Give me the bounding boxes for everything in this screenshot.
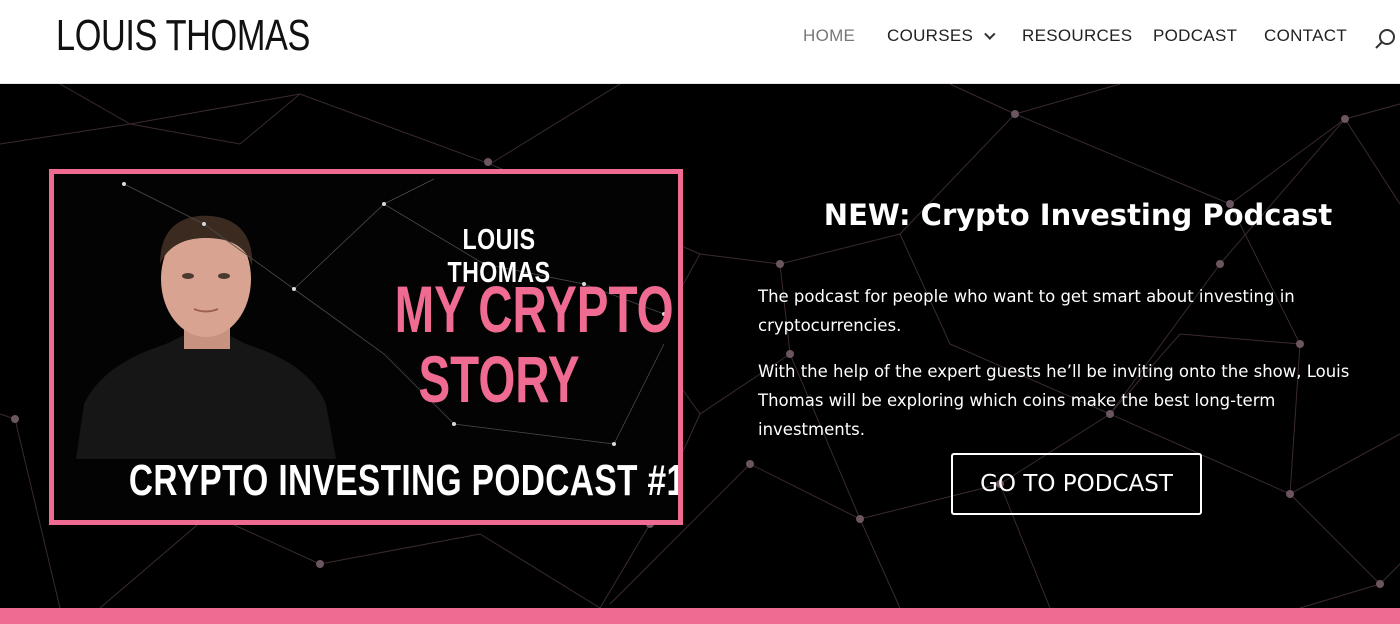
cover-episode-label: CRYPTO INVESTING PODCAST #1 bbox=[128, 456, 683, 505]
site-header: LOUIS THOMAS HOME COURSES RESOURCES PODC… bbox=[0, 0, 1400, 84]
nav-item-courses-label: COURSES bbox=[887, 26, 974, 45]
nav-item-home[interactable]: HOME bbox=[803, 24, 855, 48]
hero-paragraph-2: With the help of the expert guests he’ll… bbox=[758, 362, 1350, 439]
hero-paragraph-1: The podcast for people who want to get s… bbox=[758, 287, 1295, 335]
cover-title-line1: MY CRYPTO bbox=[394, 272, 674, 346]
nav-item-courses[interactable]: COURSES bbox=[887, 24, 996, 48]
cover-title-line2: STORY bbox=[418, 342, 580, 416]
nav-item-podcast[interactable]: PODCAST bbox=[1153, 24, 1237, 48]
search-icon[interactable] bbox=[1374, 28, 1396, 50]
nav-item-contact[interactable]: CONTACT bbox=[1264, 24, 1347, 48]
cover-title: MY CRYPTO STORY bbox=[394, 272, 674, 416]
podcast-cover-image[interactable]: LOUIS THOMAS MY CRYPTO STORY CRYPTO INVE… bbox=[49, 169, 683, 525]
nav-item-resources[interactable]: RESOURCES bbox=[1022, 24, 1132, 48]
site-logo[interactable]: LOUIS THOMAS bbox=[56, 10, 310, 62]
hero-description: The podcast for people who want to get s… bbox=[758, 282, 1383, 461]
accent-bar bbox=[0, 608, 1400, 624]
hero-heading: NEW: Crypto Investing Podcast bbox=[823, 198, 1333, 232]
chevron-down-icon bbox=[984, 28, 996, 40]
go-to-podcast-button[interactable]: GO TO PODCAST bbox=[951, 453, 1202, 515]
hero-section: LOUIS THOMAS MY CRYPTO STORY CRYPTO INVE… bbox=[0, 84, 1400, 608]
